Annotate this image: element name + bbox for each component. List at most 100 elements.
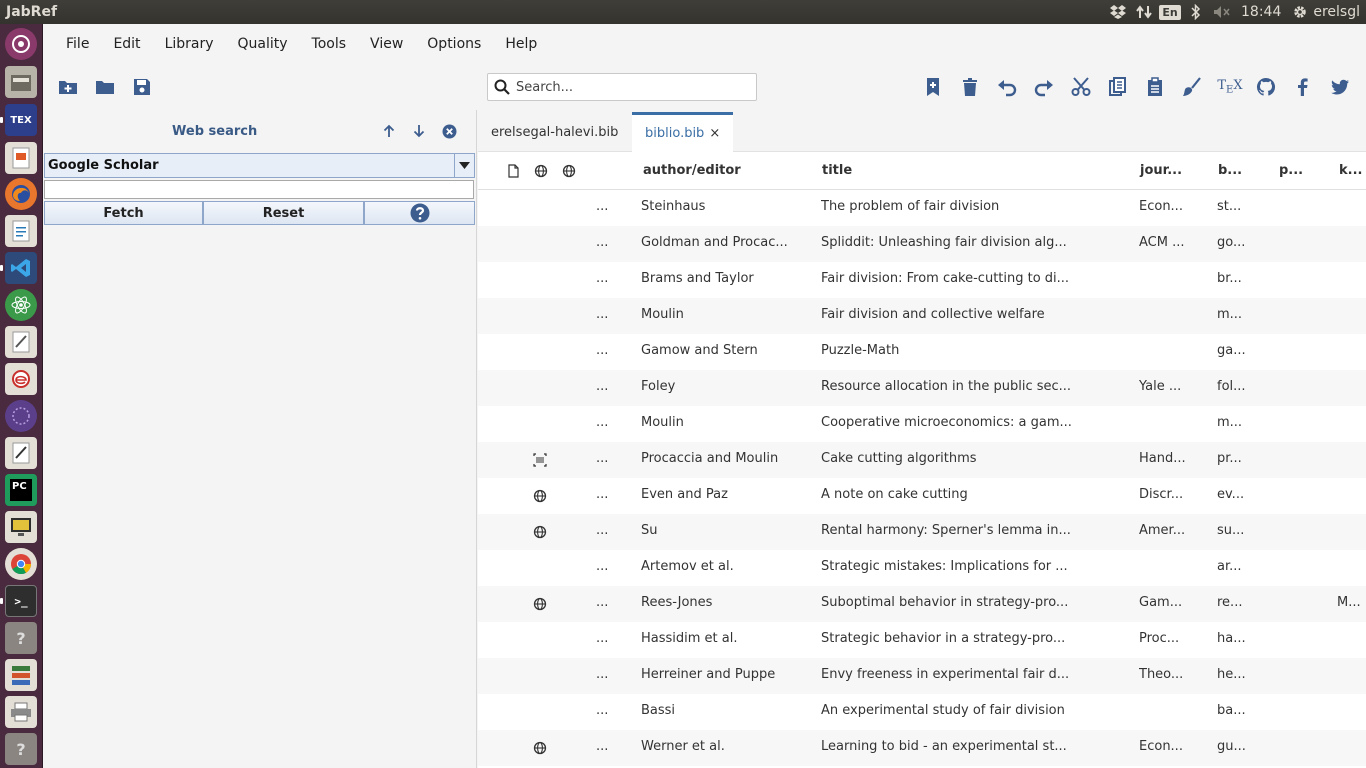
unknown-app-icon-2[interactable]: ?: [5, 733, 37, 765]
terminal-icon[interactable]: >_: [5, 585, 37, 617]
undo-icon[interactable]: [995, 75, 1019, 99]
chrome-icon[interactable]: [5, 548, 37, 580]
menu-edit[interactable]: Edit: [102, 36, 151, 52]
column-title[interactable]: title: [822, 163, 852, 178]
table-row[interactable]: ... Brams and Taylor Fair division: From c…: [478, 262, 1366, 298]
table-row[interactable]: ... Bassi An experimental study of fair di…: [478, 694, 1366, 730]
bibkey-cell: su...: [1217, 523, 1245, 538]
table-row[interactable]: ... Gamow and Stern Puzzle-Math ga...: [478, 334, 1366, 370]
column-journal[interactable]: jour...: [1140, 163, 1182, 178]
column-keywords[interactable]: k...: [1339, 163, 1362, 178]
menu-file[interactable]: File: [55, 36, 100, 52]
redo-icon[interactable]: [1032, 75, 1056, 99]
menu-library[interactable]: Library: [154, 36, 225, 52]
table-row[interactable]: ... Moulin Fair division and collective we…: [478, 298, 1366, 334]
files-icon[interactable]: [5, 66, 37, 98]
keyboard-layout-indicator[interactable]: En: [1157, 0, 1183, 24]
web-search-panel: Web search Google Scholar Fetch Reset: [43, 110, 477, 768]
reset-button[interactable]: Reset: [203, 201, 364, 225]
fetcher-dropdown[interactable]: Google Scholar: [44, 153, 475, 178]
writer-icon[interactable]: [5, 215, 37, 247]
file-column-icon[interactable]: [506, 164, 520, 178]
tab-erelsegal-halevi-bib[interactable]: erelsegal-halevi.bib: [478, 112, 631, 152]
github-icon[interactable]: [1254, 75, 1278, 99]
table-row[interactable]: ... Foley Resource allocation in the publi…: [478, 370, 1366, 406]
remote-desktop-icon[interactable]: [5, 511, 37, 543]
vscode-icon[interactable]: [5, 252, 37, 284]
notes-icon[interactable]: [5, 437, 37, 469]
table-row[interactable]: ... Werner et al. Learning to bid - an exp…: [478, 730, 1366, 766]
open-library-icon[interactable]: [93, 75, 117, 99]
fetch-button[interactable]: Fetch: [44, 201, 203, 225]
email-client-icon[interactable]: [5, 363, 37, 395]
menu-view[interactable]: View: [359, 36, 414, 52]
cleanup-brush-icon[interactable]: [1180, 75, 1204, 99]
chevron-down-icon[interactable]: [454, 154, 474, 177]
atom-icon[interactable]: [5, 289, 37, 321]
new-library-icon[interactable]: [56, 75, 80, 99]
printer-icon[interactable]: [5, 696, 37, 728]
tab-biblio-bib[interactable]: biblio.bib ×: [632, 112, 734, 152]
search-field[interactable]: [487, 73, 757, 101]
table-row[interactable]: ... Goldman and Procac... Spliddit: Unleas…: [478, 226, 1366, 262]
save-icon[interactable]: [130, 75, 154, 99]
move-down-icon[interactable]: [410, 122, 428, 140]
copy-icon[interactable]: [1106, 75, 1130, 99]
close-icon[interactable]: ×: [709, 126, 720, 141]
unknown-app-icon[interactable]: ?: [5, 622, 37, 654]
paste-icon[interactable]: [1143, 75, 1167, 99]
stacked-windows-icon[interactable]: [5, 659, 37, 691]
cut-icon[interactable]: [1069, 75, 1093, 99]
dropbox-icon[interactable]: [1105, 0, 1131, 24]
close-panel-icon[interactable]: [440, 122, 458, 140]
clock[interactable]: 18:44: [1235, 4, 1287, 20]
table-row[interactable]: ... Even and Paz A note on cake cutting Dis…: [478, 478, 1366, 514]
dash-icon[interactable]: [5, 28, 37, 60]
pycharm-icon[interactable]: PC: [5, 474, 37, 506]
gear-icon[interactable]: [1287, 0, 1313, 24]
delete-icon[interactable]: [958, 75, 982, 99]
search-input[interactable]: [516, 79, 746, 95]
network-icon[interactable]: [1131, 0, 1157, 24]
table-row[interactable]: ... Hassidim et al. Strategic behavior in …: [478, 622, 1366, 658]
url-column-icon[interactable]: [534, 164, 548, 178]
table-row[interactable]: ... Su Rental harmony: Sperner's lemma in.…: [478, 514, 1366, 550]
globe-icon[interactable]: [533, 741, 547, 755]
twitter-icon[interactable]: [1328, 75, 1352, 99]
impress-icon[interactable]: [5, 142, 37, 174]
menu-help[interactable]: Help: [494, 36, 548, 52]
doi-icon[interactable]: [533, 453, 547, 467]
user-name[interactable]: erelsgl: [1313, 4, 1366, 20]
bibkey-cell: re...: [1217, 595, 1243, 610]
volume-muted-icon[interactable]: [1209, 0, 1235, 24]
table-row[interactable]: ... Steinhaus The problem of fair division…: [478, 190, 1366, 226]
facebook-icon[interactable]: [1291, 75, 1315, 99]
menu-options[interactable]: Options: [416, 36, 492, 52]
help-button[interactable]: [364, 201, 475, 225]
table-row[interactable]: ... Procaccia and Moulin Cake cutting algo…: [478, 442, 1366, 478]
column-pages[interactable]: p...: [1279, 163, 1303, 178]
web-search-header: Web search: [43, 110, 477, 152]
network-app-icon[interactable]: [5, 400, 37, 432]
globe-icon[interactable]: [533, 489, 547, 503]
doi-column-icon[interactable]: [562, 164, 576, 178]
column-author-editor[interactable]: author/editor: [643, 163, 741, 178]
table-row[interactable]: ... Moulin Cooperative microeconomics: a g…: [478, 406, 1366, 442]
bluetooth-icon[interactable]: [1183, 0, 1209, 24]
menu-quality[interactable]: Quality: [227, 36, 299, 52]
texmaker-icon[interactable]: TEX: [5, 104, 37, 136]
column-bibtexkey[interactable]: b...: [1218, 163, 1242, 178]
new-entry-bookmark-icon[interactable]: [921, 75, 945, 99]
table-row[interactable]: ... Rees-Jones Suboptimal behavior in stra…: [478, 586, 1366, 622]
firefox-icon[interactable]: [5, 178, 37, 210]
query-input[interactable]: [44, 180, 474, 199]
tex-icon[interactable]: TEX: [1217, 75, 1243, 99]
globe-icon[interactable]: [533, 597, 547, 611]
table-row[interactable]: ... Artemov et al. Strategic mistakes: Imp…: [478, 550, 1366, 586]
move-up-icon[interactable]: [380, 122, 398, 140]
globe-icon[interactable]: [533, 525, 547, 539]
menu-tools[interactable]: Tools: [301, 36, 358, 52]
app-title: JabRef: [6, 4, 58, 20]
text-editor-icon[interactable]: [5, 326, 37, 358]
table-row[interactable]: ... Herreiner and Puppe Envy freeness in e…: [478, 658, 1366, 694]
